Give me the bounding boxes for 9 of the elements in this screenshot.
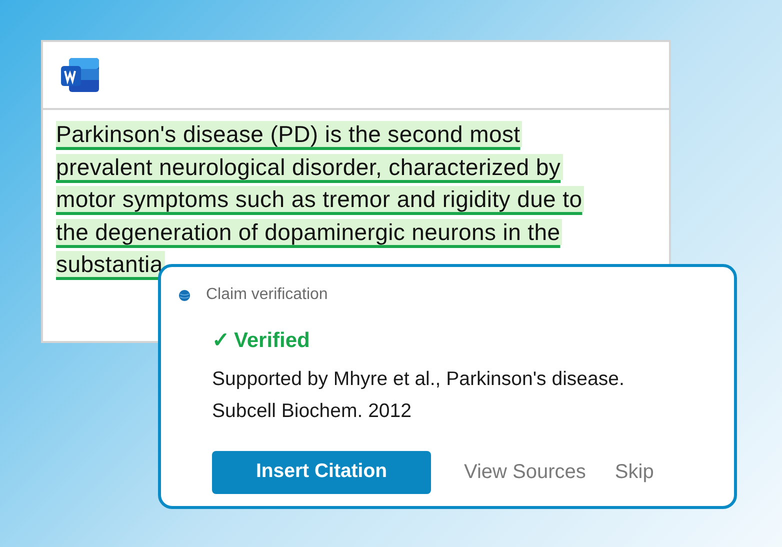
status-label: Verified <box>234 328 310 354</box>
insert-citation-button[interactable]: Insert Citation <box>212 450 431 494</box>
globe-icon <box>179 290 190 300</box>
popup-link[interactable]: View Sources <box>464 457 586 487</box>
check-icon: ✓ <box>212 325 230 356</box>
support-text: Supported by Mhyre et al., Parkinson's disease. Subcell Biochem. 2012 <box>212 366 626 424</box>
popup-link[interactable]: Skip <box>614 457 654 487</box>
app-logo-icon <box>61 58 99 92</box>
popup-title: Claim verification <box>206 285 328 305</box>
